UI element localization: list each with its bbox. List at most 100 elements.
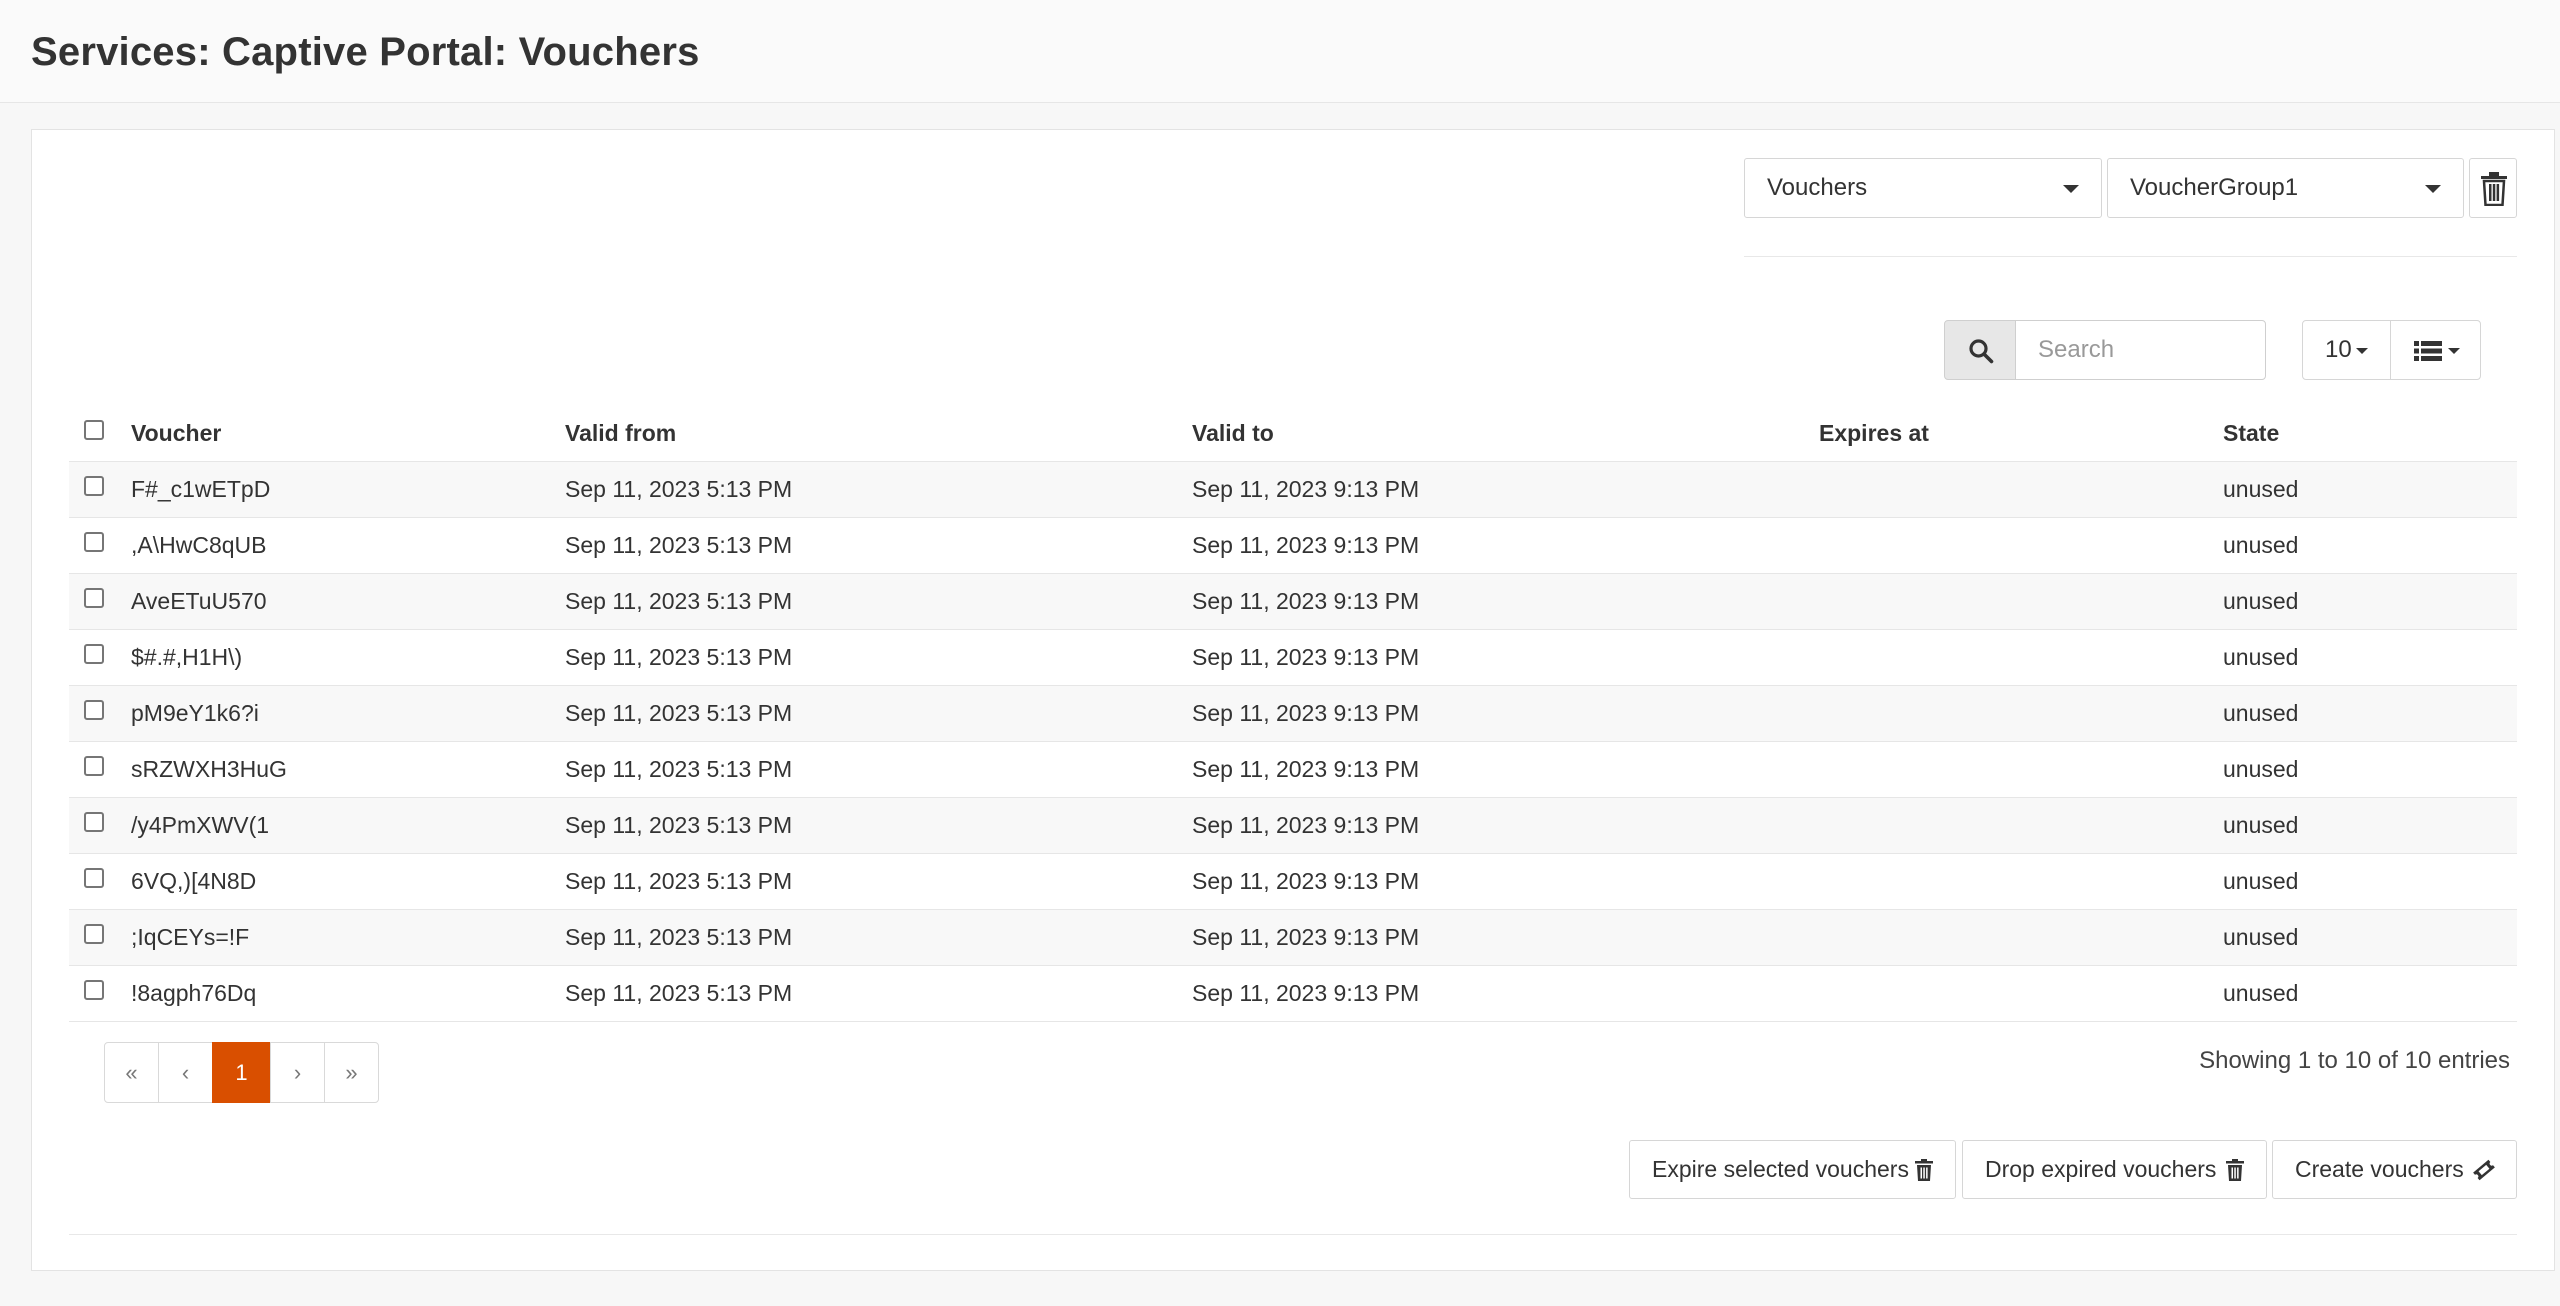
- cell-valid-to: Sep 11, 2023 9:13 PM: [1192, 532, 1420, 558]
- expire-selected-vouchers-button[interactable]: Expire selected vouchers: [1629, 1140, 1956, 1199]
- row-checkbox[interactable]: [84, 476, 104, 496]
- search-group: [1944, 320, 2266, 380]
- table-row[interactable]: !8agph76Dq Sep 11, 2023 5:13 PM Sep 11, 20…: [69, 966, 2517, 1022]
- row-checkbox[interactable]: [84, 924, 104, 944]
- create-vouchers-label: Create vouchers: [2295, 1156, 2464, 1182]
- cell-voucher: pM9eY1k6?i: [131, 700, 259, 726]
- row-checkbox[interactable]: [84, 868, 104, 888]
- table-row[interactable]: AveETuU570 Sep 11, 2023 5:13 PM Sep 11, 20…: [69, 574, 2517, 630]
- vouchers-table: Voucher Valid from Valid to Expires at S…: [69, 406, 2517, 1022]
- page-size-dropdown[interactable]: 10: [2302, 320, 2391, 380]
- cell-voucher: sRZWXH3HuG: [131, 756, 287, 782]
- cell-valid-to: Sep 11, 2023 9:13 PM: [1192, 588, 1420, 614]
- cell-valid-from: Sep 11, 2023 5:13 PM: [565, 588, 793, 614]
- voucher-type-select-value: Vouchers: [1767, 174, 1868, 201]
- cell-state: unused: [2223, 700, 2299, 726]
- cell-state: unused: [2223, 532, 2299, 558]
- trash-icon: [2226, 1159, 2244, 1181]
- delete-group-button[interactable]: [2469, 158, 2517, 218]
- cell-state: unused: [2223, 924, 2299, 950]
- table-row[interactable]: F#_c1wETpD Sep 11, 2023 5:13 PM Sep 11, 20…: [69, 462, 2517, 518]
- cell-voucher: ;IqCEYs=!F: [131, 924, 250, 950]
- cell-state: unused: [2223, 644, 2299, 670]
- cell-valid-from: Sep 11, 2023 5:13 PM: [565, 532, 793, 558]
- header-state[interactable]: State: [2223, 406, 2279, 461]
- row-checkbox[interactable]: [84, 980, 104, 1000]
- trash-icon: [1915, 1159, 1933, 1181]
- pagination: « ‹ 1 › »: [104, 1042, 379, 1103]
- page-header: Services: Captive Portal: Vouchers: [0, 0, 2560, 103]
- header-voucher[interactable]: Voucher: [131, 406, 221, 461]
- table-row[interactable]: 6VQ,)[4N8D Sep 11, 2023 5:13 PM Sep 11, 20…: [69, 854, 2517, 910]
- page-title: Services: Captive Portal: Vouchers: [31, 30, 700, 74]
- divider: [69, 1234, 2517, 1235]
- cell-valid-to: Sep 11, 2023 9:13 PM: [1192, 812, 1420, 838]
- table-row[interactable]: ;IqCEYs=!F Sep 11, 2023 5:13 PM Sep 11, 20…: [69, 910, 2517, 966]
- page-current-button[interactable]: 1: [212, 1042, 271, 1103]
- cell-valid-to: Sep 11, 2023 9:13 PM: [1192, 868, 1420, 894]
- row-checkbox[interactable]: [84, 588, 104, 608]
- divider: [1744, 256, 2517, 257]
- search-button[interactable]: [1944, 320, 2016, 380]
- header-valid-from[interactable]: Valid from: [565, 406, 676, 461]
- list-icon: [2414, 341, 2442, 361]
- row-checkbox[interactable]: [84, 532, 104, 552]
- cell-valid-from: Sep 11, 2023 5:13 PM: [565, 644, 793, 670]
- row-checkbox[interactable]: [84, 812, 104, 832]
- row-checkbox[interactable]: [84, 644, 104, 664]
- table-row[interactable]: sRZWXH3HuG Sep 11, 2023 5:13 PM Sep 11, 20…: [69, 742, 2517, 798]
- entries-info: Showing 1 to 10 of 10 entries: [2199, 1047, 2510, 1074]
- cell-valid-to: Sep 11, 2023 9:13 PM: [1192, 476, 1420, 502]
- cell-valid-to: Sep 11, 2023 9:13 PM: [1192, 980, 1420, 1006]
- table-header: Voucher Valid from Valid to Expires at S…: [69, 406, 2517, 462]
- page-first-button[interactable]: «: [104, 1042, 159, 1103]
- voucher-group-select[interactable]: VoucherGroup1: [2107, 158, 2464, 218]
- page-last-button[interactable]: »: [324, 1042, 379, 1103]
- cell-voucher: ,A\HwC8qUB: [131, 532, 267, 558]
- cell-valid-from: Sep 11, 2023 5:13 PM: [565, 812, 793, 838]
- trash-icon: [2481, 172, 2507, 206]
- page-next-button[interactable]: ›: [270, 1042, 325, 1103]
- cell-voucher: AveETuU570: [131, 588, 267, 614]
- search-input[interactable]: [2015, 320, 2266, 380]
- cell-valid-from: Sep 11, 2023 5:13 PM: [565, 868, 793, 894]
- cell-voucher: 6VQ,)[4N8D: [131, 868, 257, 894]
- cell-valid-to: Sep 11, 2023 9:13 PM: [1192, 644, 1420, 670]
- cell-voucher: /y4PmXWV(1: [131, 812, 270, 838]
- row-checkbox[interactable]: [84, 700, 104, 720]
- caret-down-icon: [2425, 185, 2441, 193]
- create-vouchers-button[interactable]: Create vouchers: [2272, 1140, 2517, 1199]
- cell-valid-from: Sep 11, 2023 5:13 PM: [565, 980, 793, 1006]
- table-row[interactable]: /y4PmXWV(1 Sep 11, 2023 5:13 PM Sep 11, 20…: [69, 798, 2517, 854]
- drop-expired-vouchers-button[interactable]: Drop expired vouchers: [1962, 1140, 2267, 1199]
- cell-state: unused: [2223, 812, 2299, 838]
- select-all-checkbox[interactable]: [84, 420, 104, 440]
- page-size-value: 10: [2325, 336, 2352, 363]
- row-checkbox[interactable]: [84, 756, 104, 776]
- caret-down-icon: [2063, 185, 2079, 193]
- table-row[interactable]: ,A\HwC8qUB Sep 11, 2023 5:13 PM Sep 11, 20…: [69, 518, 2517, 574]
- header-valid-to[interactable]: Valid to: [1192, 406, 1274, 461]
- drop-expired-label: Drop expired vouchers: [1985, 1156, 2217, 1182]
- caret-down-icon: [2448, 348, 2460, 354]
- cell-voucher: !8agph76Dq: [131, 980, 257, 1006]
- cell-valid-to: Sep 11, 2023 9:13 PM: [1192, 700, 1420, 726]
- cell-valid-from: Sep 11, 2023 5:13 PM: [565, 924, 793, 950]
- expire-selected-label: Expire selected vouchers: [1652, 1156, 1909, 1182]
- cell-valid-from: Sep 11, 2023 5:13 PM: [565, 476, 793, 502]
- cell-state: unused: [2223, 756, 2299, 782]
- cell-valid-to: Sep 11, 2023 9:13 PM: [1192, 924, 1420, 950]
- cell-state: unused: [2223, 868, 2299, 894]
- header-expires-at[interactable]: Expires at: [1819, 406, 1929, 461]
- table-row[interactable]: $#.#,H1H\) Sep 11, 2023 5:13 PM Sep 11, 20…: [69, 630, 2517, 686]
- page-prev-button[interactable]: ‹: [158, 1042, 213, 1103]
- table-row[interactable]: pM9eY1k6?i Sep 11, 2023 5:13 PM Sep 11, 20…: [69, 686, 2517, 742]
- cell-state: unused: [2223, 980, 2299, 1006]
- cell-voucher: F#_c1wETpD: [131, 476, 271, 502]
- caret-down-icon: [2355, 347, 2368, 354]
- cell-valid-from: Sep 11, 2023 5:13 PM: [565, 700, 793, 726]
- cell-voucher: $#.#,H1H\): [131, 644, 243, 670]
- columns-dropdown[interactable]: [2390, 320, 2481, 380]
- voucher-group-select-value: VoucherGroup1: [2130, 174, 2299, 201]
- voucher-type-select[interactable]: Vouchers: [1744, 158, 2102, 218]
